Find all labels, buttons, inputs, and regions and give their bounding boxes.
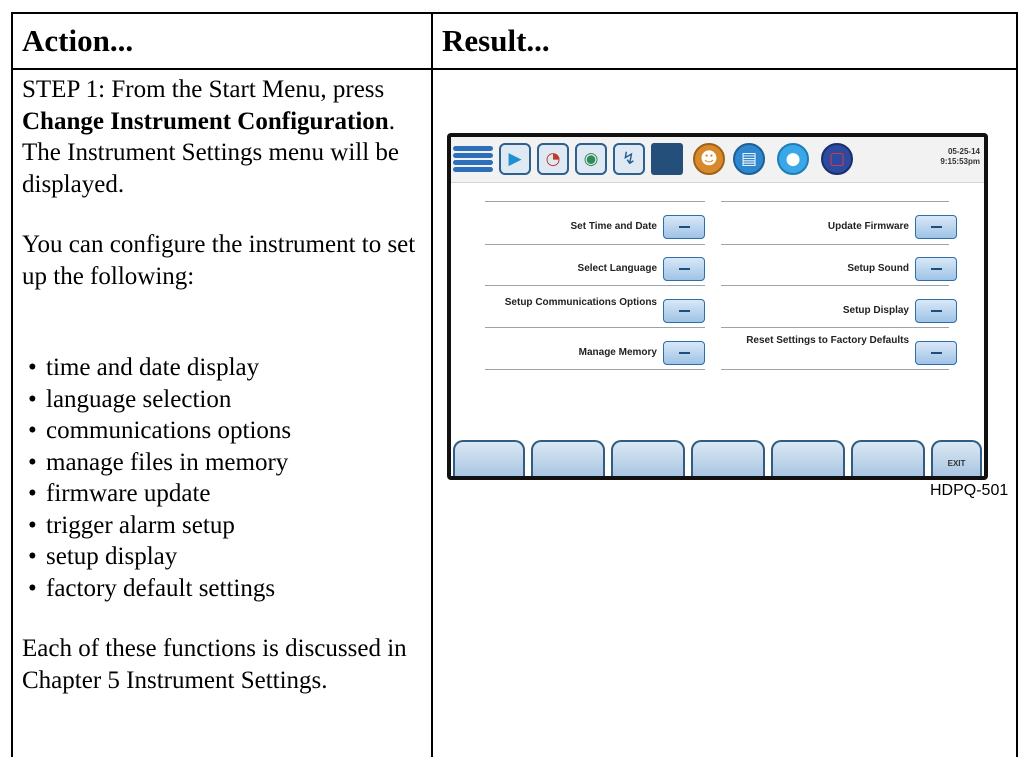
setup-comms-button[interactable]: [663, 299, 705, 323]
setup-sound-button[interactable]: [915, 257, 957, 281]
softkey-6[interactable]: [851, 440, 925, 476]
exit-label: EXIT: [947, 459, 966, 468]
softkey-5[interactable]: [771, 440, 845, 476]
list-item: manage files in memory: [22, 447, 291, 479]
softkey-3[interactable]: [611, 440, 685, 476]
reset-defaults-button[interactable]: [915, 341, 957, 365]
manage-memory-button[interactable]: [663, 341, 705, 365]
softkey-4[interactable]: [691, 440, 765, 476]
wrench-icon[interactable]: ↯: [613, 143, 645, 175]
step-instruction: STEP 1: From the Start Menu, press Chang…: [22, 74, 422, 200]
set-time-date-label: Set Time and Date: [570, 221, 657, 232]
document-icon[interactable]: ▤: [733, 143, 765, 175]
step-prefix: STEP 1: From the Start Menu, press: [22, 76, 385, 103]
reset-defaults-label: Reset Settings to Factory Defaults: [746, 335, 909, 346]
menu-divider: [721, 285, 949, 286]
screen-icon[interactable]: [651, 143, 683, 175]
menu-divider: [485, 201, 705, 202]
table-header-divider: [11, 68, 1018, 70]
table-column-divider: [431, 12, 433, 757]
time-text: 9:15:53pm: [940, 157, 980, 166]
play-icon[interactable]: ▶: [499, 143, 531, 175]
softkey-2[interactable]: [531, 440, 605, 476]
select-language-button[interactable]: [663, 257, 705, 281]
setup-comms-label: Setup Communications Options: [504, 297, 657, 308]
menu-divider: [485, 285, 705, 286]
table-left-border: [11, 12, 13, 757]
list-item: factory default settings: [22, 573, 291, 605]
select-language-label: Select Language: [577, 263, 657, 274]
date-text: 05-25-14: [947, 147, 980, 156]
update-firmware-label: Update Firmware: [827, 221, 909, 232]
list-item: communications options: [22, 415, 291, 447]
instrument-toolbar: ▶ ◔ ◉ ↯ ☻ ▤ ● ▢ 05-25-14 9:15:53pm: [451, 137, 984, 183]
feature-list: time and date display language selection…: [22, 352, 291, 604]
menu-divider: [721, 327, 949, 328]
header-action: Action...: [22, 23, 134, 58]
step-command: Change Instrument Configuration: [22, 107, 389, 135]
header-result: Result...: [442, 23, 550, 58]
eye-icon[interactable]: ◉: [575, 143, 607, 175]
menu-divider: [721, 369, 949, 370]
list-item: trigger alarm setup: [22, 510, 291, 542]
closing-text: Each of these functions is discussed in …: [22, 635, 407, 694]
update-firmware-button[interactable]: [915, 215, 957, 239]
menu-icon[interactable]: [453, 144, 493, 174]
intro-text: You can configure the instrument to set …: [22, 231, 416, 290]
manage-memory-label: Manage Memory: [578, 347, 657, 358]
record-icon[interactable]: ●: [777, 143, 809, 175]
exit-softkey[interactable]: EXIT: [931, 440, 982, 476]
list-item: firmware update: [22, 478, 291, 510]
menu-divider: [721, 244, 949, 245]
setup-display-label: Setup Display: [842, 305, 909, 316]
set-time-date-button[interactable]: [663, 215, 705, 239]
table-right-border: [1016, 12, 1018, 757]
instrument-screen: ▶ ◔ ◉ ↯ ☻ ▤ ● ▢ 05-25-14 9:15:53pm Set Ti…: [451, 137, 984, 476]
setup-display-button[interactable]: [915, 299, 957, 323]
softkey-1[interactable]: [453, 440, 525, 476]
list-item: setup display: [22, 541, 291, 573]
figure-id: HDPQ-501: [930, 482, 1009, 499]
menu-divider: [485, 327, 705, 328]
camera-icon[interactable]: ☻: [693, 143, 725, 175]
list-item: time and date display: [22, 352, 291, 384]
menu-divider: [485, 369, 705, 370]
list-item: language selection: [22, 384, 291, 416]
datetime-display: 05-25-14 9:15:53pm: [940, 147, 980, 167]
softkey-bar: EXIT: [451, 434, 984, 476]
gauge-icon[interactable]: ◔: [537, 143, 569, 175]
menu-divider: [721, 201, 949, 202]
instrument-screenshot: ▶ ◔ ◉ ↯ ☻ ▤ ● ▢ 05-25-14 9:15:53pm Set Ti…: [447, 133, 988, 480]
stop-icon[interactable]: ▢: [821, 143, 853, 175]
setup-sound-label: Setup Sound: [847, 263, 909, 274]
menu-divider: [485, 244, 705, 245]
